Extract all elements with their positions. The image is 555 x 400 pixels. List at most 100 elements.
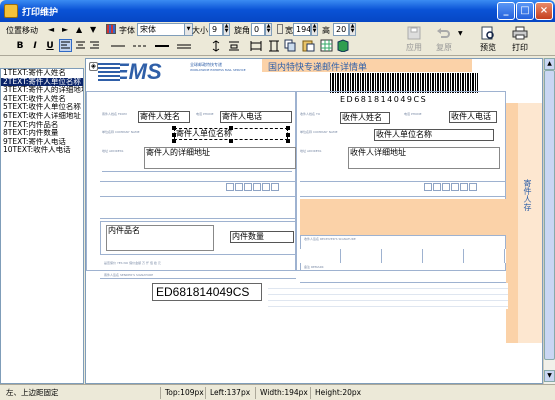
undo-icon (437, 28, 450, 38)
resize-handle[interactable] (172, 126, 176, 130)
minimize-button[interactable]: _ (497, 2, 515, 20)
width-input[interactable]: 194 (293, 23, 311, 36)
status-height: Height:20px (310, 387, 361, 399)
close-button[interactable]: × (535, 2, 553, 20)
bottom-code: ED681814049CS (156, 285, 250, 299)
double-line-button[interactable] (176, 40, 192, 52)
dash-tool-button[interactable] (132, 40, 148, 52)
sender-address-field[interactable]: 寄件人的详细地址 (144, 147, 296, 169)
status-top: Top:109px (160, 387, 204, 399)
align-left-icon (61, 41, 70, 49)
ems-logo: EMS (114, 59, 162, 84)
vertical-align-button[interactable] (210, 40, 222, 52)
ems-wing-logo (98, 63, 120, 81)
list-item[interactable]: 4TEXT:收件人姓名 (1, 95, 83, 104)
list-item[interactable]: 8TEXT:内件数量 (1, 129, 83, 138)
apply-icon (407, 26, 421, 40)
vertical-align-icon (212, 40, 220, 52)
same-width-button[interactable] (250, 40, 262, 52)
same-height-button[interactable] (268, 40, 280, 52)
apply-button[interactable]: 应用 (398, 26, 430, 53)
move-label: 位置移动 (6, 26, 38, 35)
apply-label: 应用 (406, 43, 422, 52)
align-left-button[interactable] (59, 39, 72, 52)
list-item[interactable]: 5TEXT:收件人单位名称 (1, 103, 83, 112)
vertical-scrollbar[interactable]: ▲ ▼ (543, 58, 555, 384)
print-button[interactable]: 打印 (504, 26, 536, 53)
sender-name-field[interactable]: 寄件人姓名 (138, 111, 190, 123)
book-icon (337, 39, 349, 53)
resize-handle[interactable] (229, 126, 233, 130)
ems-subtitle-en: WORLDWIDE EXPRESS MAIL SERVICE (190, 68, 246, 72)
line-icon (111, 45, 125, 47)
side-label: 寄件人存 (523, 179, 532, 211)
maximize-button[interactable]: □ (516, 2, 534, 20)
copy-button[interactable] (284, 39, 297, 52)
width-label: 宽 (285, 26, 293, 35)
font-icon (106, 24, 116, 34)
restore-dropdown-icon[interactable]: ▼ (458, 30, 463, 37)
resize-handle[interactable] (286, 126, 290, 130)
resize-handle[interactable] (229, 139, 233, 143)
receiver-address-field[interactable]: 收件人详细地址 (348, 147, 500, 169)
preview-label: 预览 (480, 43, 496, 52)
scroll-up-arrow[interactable]: ▲ (544, 58, 555, 70)
resize-handle[interactable] (172, 133, 176, 137)
resize-handle[interactable] (286, 139, 290, 143)
sender-phone-field[interactable]: 寄件人电话 (220, 111, 292, 123)
preview-button[interactable]: 预览 (472, 26, 504, 53)
list-item[interactable]: 1TEXT:寄件人姓名 (1, 69, 83, 78)
receiver-name-field[interactable]: 收件人姓名 (340, 112, 390, 124)
height-spinner[interactable]: ▲ ▼ (349, 23, 356, 36)
app-icon (4, 4, 18, 18)
distribute-button[interactable] (228, 40, 240, 52)
list-item[interactable]: 7TEXT:内件品名 (1, 121, 83, 130)
italic-button[interactable]: I (29, 40, 41, 52)
font-label: 字体 (119, 26, 135, 35)
status-width: Width:194px (255, 387, 308, 399)
size-spinner[interactable]: ▲ ▼ (223, 23, 230, 36)
height-input[interactable]: 20 (333, 23, 349, 36)
height-label: 高 (322, 26, 330, 35)
line-tool-button[interactable] (110, 40, 126, 52)
list-item[interactable]: 9TEXT:寄件人电话 (1, 138, 83, 147)
print-label: 打印 (512, 43, 528, 52)
list-item[interactable]: 3TEXT:寄件人的详细地址 (1, 86, 83, 95)
design-canvas[interactable]: ◈ EMS 全球邮政特快专递 WORLDWIDE EXPRESS MAIL SE… (85, 58, 543, 384)
align-center-button[interactable] (75, 40, 87, 52)
font-select[interactable]: 宋体 (137, 23, 185, 36)
scroll-thumb[interactable] (544, 70, 555, 360)
list-item[interactable]: 10TEXT:收件人电话 (1, 146, 83, 155)
move-right-button[interactable]: ► (62, 25, 68, 34)
title-bar[interactable]: 打印维护 _ □ × (0, 0, 555, 22)
move-down-button[interactable]: ▼ (90, 25, 96, 34)
paste-button[interactable] (302, 39, 315, 52)
status-hint: 左、上边距固定 (6, 388, 59, 397)
resize-handle[interactable] (286, 133, 290, 137)
item-qty-field[interactable]: 内件数量 (230, 231, 294, 243)
sender-postcode-boxes (226, 183, 280, 193)
list-item[interactable]: 6TEXT:收件人详细地址 (1, 112, 83, 121)
restore-button[interactable]: 复原 (428, 26, 460, 53)
thick-line-button[interactable] (154, 40, 170, 52)
move-up-button[interactable]: ▲ (76, 25, 82, 34)
rotate-input[interactable]: 0 (251, 23, 265, 36)
scroll-down-arrow[interactable]: ▼ (544, 370, 555, 382)
receiver-phone-field[interactable]: 收件人电话 (449, 111, 497, 123)
bold-button[interactable]: B (14, 40, 26, 52)
book-button[interactable] (336, 39, 349, 53)
resize-handle[interactable] (172, 139, 176, 143)
underline-button[interactable]: U (44, 40, 56, 52)
rotate-spinner[interactable]: ▲ ▼ (265, 23, 272, 36)
width-spinner[interactable]: ▲ ▼ (311, 23, 318, 36)
grid-button[interactable] (320, 39, 333, 52)
move-left-button[interactable]: ◄ (48, 25, 54, 34)
list-item-selected[interactable]: 2TEXT:寄件人单位名称 (1, 77, 83, 87)
align-right-button[interactable] (89, 40, 101, 52)
size-input[interactable]: 9 (209, 23, 223, 36)
toolbar: 位置移动 ◄ ► ▲ ▼ 字体 宋体 ▼ 大小 9 ▲ ▼ 旋角 0 ▲ ▼ 宽 1… (0, 22, 555, 56)
field-list[interactable]: 1TEXT:寄件人姓名 2TEXT:寄件人单位名称 3TEXT:寄件人的详细地址… (0, 68, 84, 384)
paste-icon (302, 40, 315, 52)
item-name-field[interactable]: 内件品名 (106, 225, 214, 251)
receiver-company-field[interactable]: 收件人单位名称 (374, 129, 494, 141)
